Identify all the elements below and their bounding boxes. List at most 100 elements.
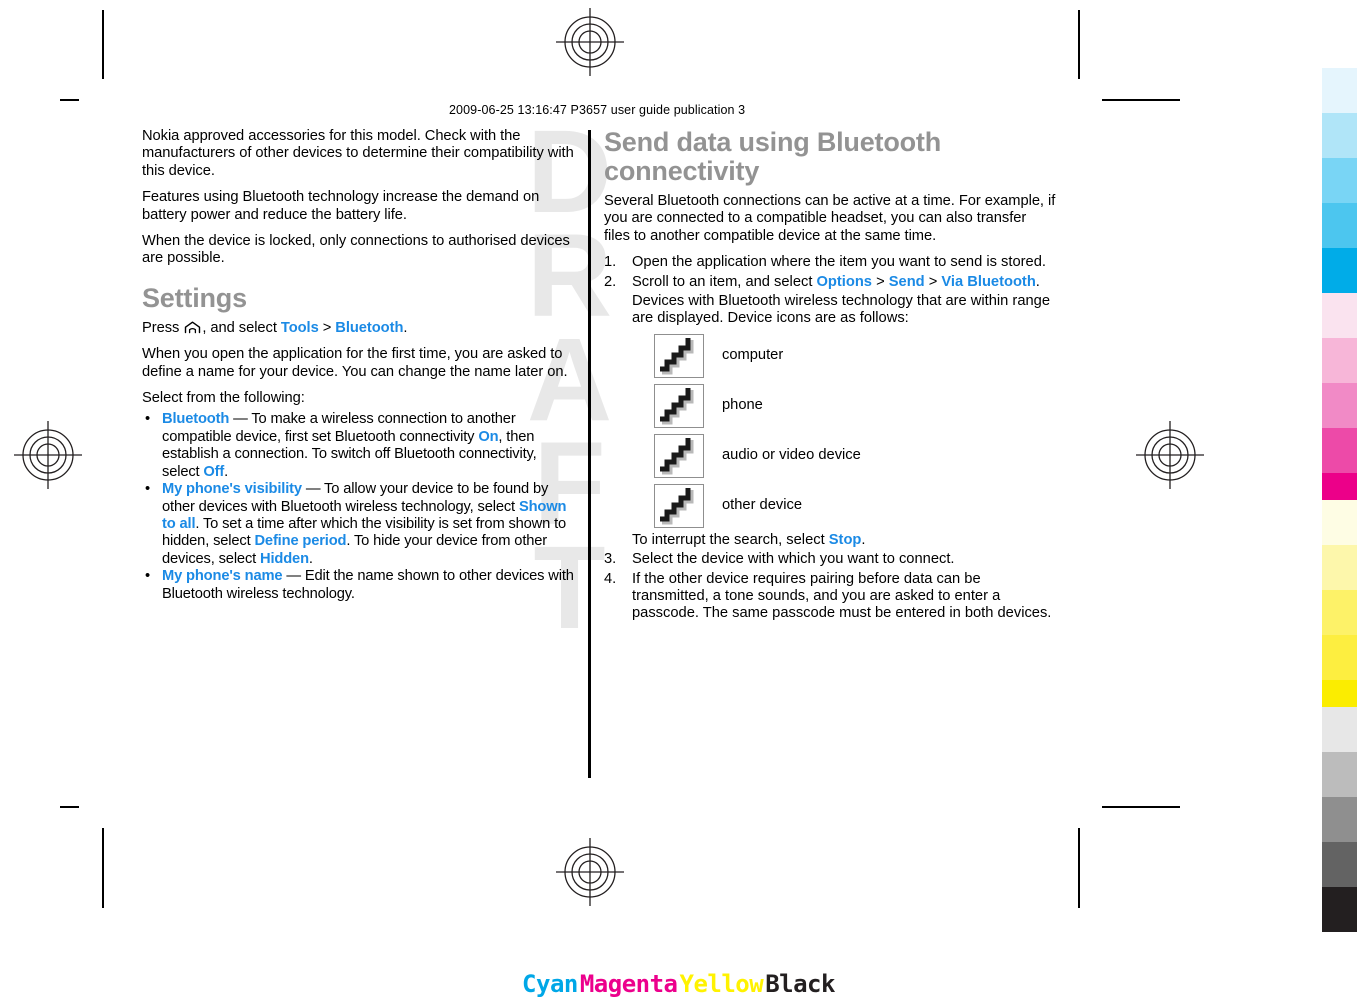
color-swatch-black (1322, 842, 1357, 887)
step-text: Scroll to an item, and select Options > … (632, 274, 1040, 290)
right-text-column: Send data using Bluetooth connectivity S… (604, 128, 1056, 625)
cmyk-label-cyan: Cyan (522, 970, 578, 998)
body-text: Scroll to an item, and select (632, 273, 817, 290)
send-data-steps: 1. Open the application where the item yo… (604, 254, 1056, 623)
crop-mark-top-left-horizontal (60, 99, 79, 101)
crop-mark-bottom-right-horizontal (1102, 806, 1180, 808)
interrupt-search-line: To interrupt the search, select Stop. (632, 532, 1056, 549)
list-item: 2. Scroll to an item, and select Options … (604, 274, 1056, 550)
page-title-send-data: Send data using Bluetooth connectivity (604, 127, 941, 186)
step-text: Open the application where the item you … (632, 254, 1046, 270)
ui-value-link[interactable]: Define period (254, 533, 346, 549)
color-swatch-magenta (1322, 428, 1357, 473)
home-key-icon (184, 321, 201, 334)
settings-options-list: Bluetooth — To make a wireless connectio… (142, 411, 576, 602)
body-text: . (308, 550, 313, 567)
device-icon-label: other device (722, 497, 803, 514)
color-swatch-cyan (1322, 113, 1357, 158)
ui-value-link[interactable]: Hidden (260, 551, 309, 567)
list-item: 3. Select the device with which you want … (604, 551, 1056, 568)
menu-separator: > (322, 319, 332, 336)
color-bar-cyan (1322, 68, 1357, 293)
list-item: 4. If the other device requires pairing b… (604, 571, 1056, 623)
menu-link-tools[interactable]: Tools (281, 320, 319, 336)
device-icon-label: audio or video device (722, 447, 861, 464)
color-bar-black (1322, 707, 1357, 932)
crop-mark-top-right-vertical (1078, 10, 1080, 79)
color-swatch-magenta (1322, 338, 1357, 383)
setting-name-link[interactable]: My phone's visibility (162, 481, 302, 497)
step-text: Select the device with which you want to… (632, 551, 955, 567)
step-number: 4. (604, 570, 617, 587)
registration-mark-bottom (556, 838, 624, 906)
color-swatch-yellow (1322, 500, 1357, 545)
proof-page: DRAFT 2009-06-25 13:16:47 P3657 user gui… (0, 0, 1357, 1001)
color-swatch-magenta (1322, 293, 1357, 338)
color-swatch-cyan (1322, 68, 1357, 113)
list-item: My phone's visibility — To allow your de… (142, 481, 576, 568)
registration-mark-left (14, 421, 82, 489)
crop-mark-top-right-horizontal (1102, 99, 1180, 101)
missing-image-placeholder-icon (654, 333, 704, 378)
press-suffix: . (403, 319, 408, 336)
crop-mark-bottom-right-vertical (1078, 828, 1080, 908)
step-number: 1. (604, 254, 617, 271)
em-dash: — (282, 568, 305, 585)
press-middle: , and select (202, 319, 281, 336)
body-text: Open the application where the item you … (632, 254, 1046, 271)
column-divider (588, 130, 591, 778)
color-swatch-yellow (1322, 590, 1357, 635)
step-text: If the other device requires pairing bef… (632, 571, 1051, 622)
proof-timestamp: 2009-06-25 13:16:47 P3657 user guide pub… (449, 103, 746, 117)
color-swatch-yellow (1322, 635, 1357, 680)
crop-mark-top-left-vertical (102, 10, 104, 79)
color-swatch-black (1322, 797, 1357, 842)
press-prefix: Press (142, 319, 184, 336)
press-home-instruction: Press , and select Tools > Bluetooth. (142, 320, 576, 337)
crop-mark-bottom-left-horizontal (60, 806, 79, 808)
menu-link-bluetooth[interactable]: Bluetooth (335, 320, 403, 336)
setting-name-link[interactable]: Bluetooth (162, 411, 229, 427)
color-bar-yellow (1322, 500, 1357, 725)
body-text: If the other device requires pairing bef… (632, 570, 1052, 622)
ui-value-link[interactable]: Via Bluetooth (941, 274, 1035, 290)
device-icon-row: other device (632, 483, 1056, 528)
color-swatch-cyan (1322, 248, 1357, 293)
color-swatch-black (1322, 752, 1357, 797)
color-swatch-magenta (1322, 383, 1357, 428)
em-dash: — (229, 411, 252, 428)
list-item: My phone's name — Edit the name shown to… (142, 568, 576, 603)
body-text: . (1035, 273, 1040, 290)
ui-value-link[interactable]: Options (817, 274, 872, 290)
setting-name-link[interactable]: My phone's name (162, 568, 283, 584)
ui-value-link[interactable]: Stop (829, 532, 862, 548)
page-title-settings: Settings (142, 282, 247, 313)
cmyk-label-black: Black (765, 970, 835, 998)
menu-separator: > (924, 273, 942, 290)
ui-value-link[interactable]: On (478, 429, 498, 445)
cmyk-label-magenta: Magenta (579, 970, 678, 998)
paragraph: Features using Bluetooth technology incr… (142, 189, 540, 223)
registration-mark-top (556, 8, 624, 76)
left-text-column: Nokia approved accessories for this mode… (142, 128, 576, 603)
device-icon-row: audio or video device (632, 433, 1056, 478)
cmyk-label-yellow: Yellow (679, 970, 764, 998)
ui-value-link[interactable]: Off (203, 464, 224, 480)
cmyk-color-labels: CyanMagentaYellowBlack (0, 970, 1357, 998)
color-swatch-cyan (1322, 203, 1357, 248)
list-item: Bluetooth — To make a wireless connectio… (142, 411, 576, 481)
step-sub-text: Devices with Bluetooth wireless technolo… (632, 293, 1050, 327)
device-icon-row: phone (632, 383, 1056, 428)
crop-mark-bottom-left-vertical (102, 828, 104, 908)
step-number: 2. (604, 273, 617, 290)
body-text: . (861, 531, 866, 548)
paragraph: When the device is locked, only connecti… (142, 233, 570, 267)
ui-value-link[interactable]: Send (889, 274, 925, 290)
paragraph: Nokia approved accessories for this mode… (142, 128, 574, 179)
step-number: 3. (604, 551, 617, 568)
menu-separator: > (871, 273, 889, 290)
select-lead-in: Select from the following: (142, 390, 305, 407)
registration-mark-right (1136, 421, 1204, 489)
color-swatch-cyan (1322, 158, 1357, 203)
body-text: To interrupt the search, select (632, 531, 829, 548)
